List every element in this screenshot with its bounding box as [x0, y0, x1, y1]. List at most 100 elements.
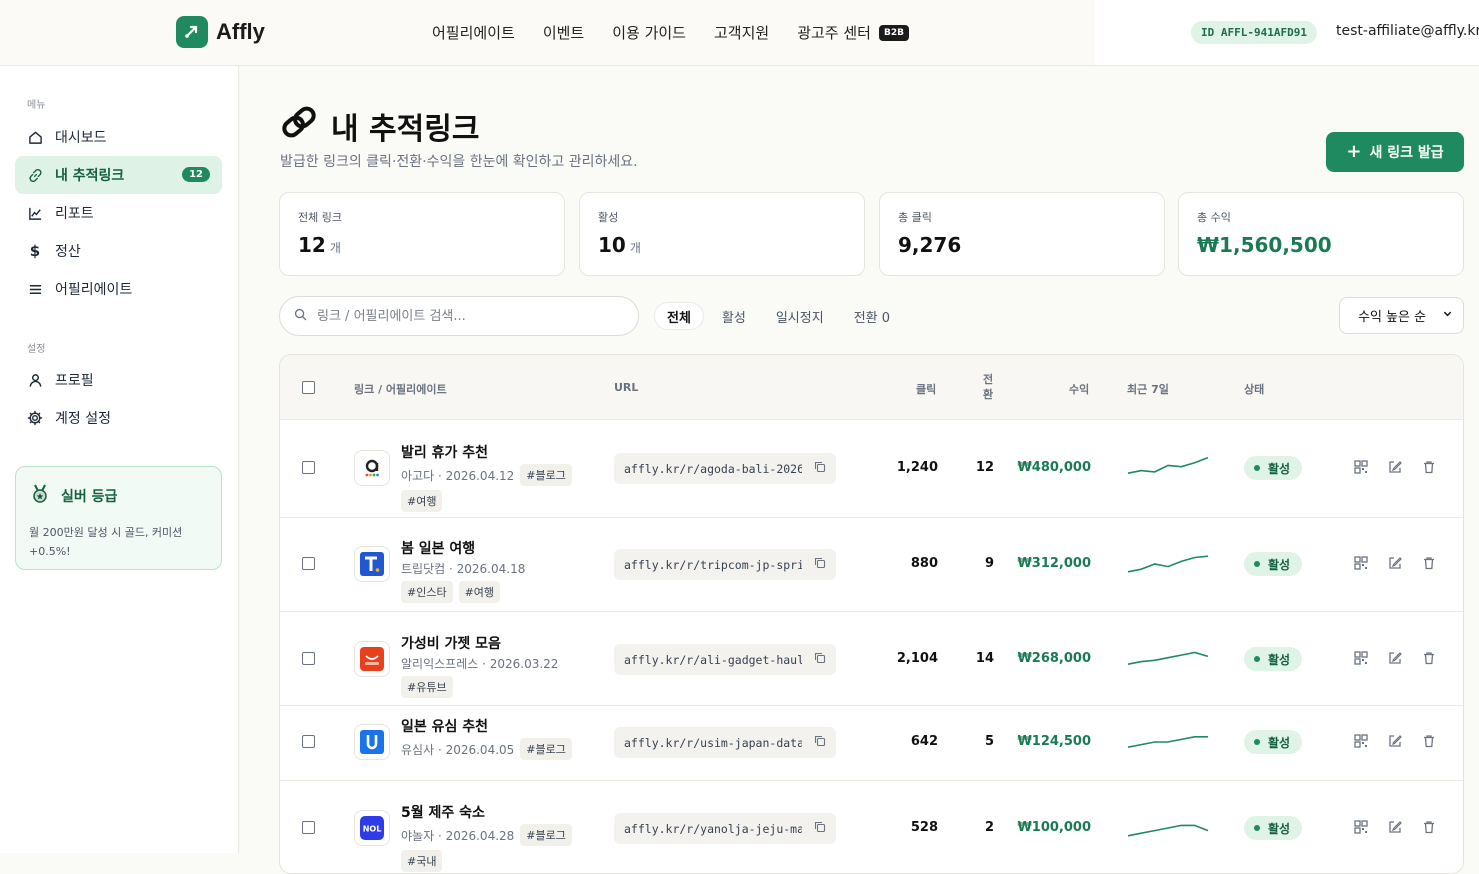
qr-code-icon[interactable] — [1354, 460, 1370, 476]
url-copy-box[interactable]: affly.kr/r/yanolja-jeju-may — [614, 813, 836, 844]
row-checkbox[interactable] — [302, 461, 315, 474]
url-copy-box[interactable]: affly.kr/r/usim-japan-data — [614, 727, 836, 758]
edit-icon[interactable] — [1388, 556, 1404, 572]
stat-value: 9,276 — [898, 233, 962, 257]
stat-value: ₩1,560,500 — [1197, 233, 1332, 257]
main-content: 내 추적링크 발급한 링크의 클릭·전환·수익을 한눈에 확인하고 관리하세요.… — [239, 66, 1479, 874]
link-title[interactable]: 가성비 가젯 모음 — [401, 633, 501, 653]
sparkline-path — [1127, 824, 1209, 837]
table-row[interactable]: 일본 유심 추천 유심사 · 2026.04.05 #블로그 affly.kr/r/u… — [280, 706, 1463, 781]
copy-icon[interactable] — [814, 652, 826, 667]
conversions-value: 14 — [975, 651, 994, 666]
edit-icon[interactable] — [1388, 734, 1404, 750]
links-table: 링크 / 어필리에이트 URL 클릭 전환 수익 최근 7일 상태 발리 휴가 … — [279, 354, 1464, 874]
delete-icon[interactable] — [1422, 556, 1438, 572]
table-row[interactable]: 발리 휴가 추천 아고다 · 2026.04.12 #블로그 #여행 affly.kr/… — [280, 420, 1463, 518]
col-conversions: 전환 — [983, 373, 994, 401]
col-revenue: 수익 — [1069, 383, 1090, 396]
filter-paused[interactable]: 일시정지 — [764, 302, 836, 330]
qr-code-icon[interactable] — [1354, 556, 1370, 572]
copy-icon[interactable] — [814, 735, 826, 750]
trend-sparkline — [1127, 736, 1208, 748]
copy-icon[interactable] — [814, 461, 826, 476]
sidebar-item-affiliates[interactable]: 어필리에이트 — [15, 270, 222, 308]
select-all-checkbox[interactable] — [302, 381, 315, 394]
edit-icon[interactable] — [1388, 460, 1404, 476]
sidebar-item-label: 대시보드 — [55, 130, 107, 146]
stat-label: 총 클릭 — [898, 211, 932, 224]
nav-guide[interactable]: 이용 가이드 — [612, 22, 686, 43]
url-copy-box[interactable]: affly.kr/r/tripcom-jp-spring — [614, 549, 836, 580]
delete-icon[interactable] — [1422, 651, 1438, 667]
stat-label: 활성 — [598, 211, 619, 224]
table-row[interactable]: NOL 5월 제주 숙소 야놀자 · 2026.04.28 #블로그 #국내 affly.… — [280, 781, 1463, 873]
sidebar-item-account-settings[interactable]: 계정 설정 — [15, 399, 222, 437]
tier-title: 실버 등급 — [61, 489, 118, 505]
link-chain-icon — [279, 102, 319, 150]
status-badge: 활성 — [1244, 456, 1303, 480]
new-link-button[interactable]: + 새 링크 발급 — [1326, 132, 1464, 172]
page-title: 내 추적링크 — [279, 102, 479, 150]
clicks-value: 642 — [910, 734, 938, 749]
dollar-icon: $ — [29, 242, 41, 260]
link-title[interactable]: 일본 유심 추천 — [401, 716, 488, 736]
tag: #유튜브 — [401, 676, 453, 698]
copy-icon[interactable] — [814, 821, 826, 836]
sidebar-item-profile[interactable]: 프로필 — [15, 361, 222, 399]
merchant-name: 알리익스프레스 — [401, 657, 479, 671]
copy-icon[interactable] — [814, 557, 826, 572]
sort-selected: 수익 높은 순 — [1358, 310, 1427, 325]
delete-icon[interactable] — [1422, 734, 1438, 750]
sidebar-item-dashboard[interactable]: 대시보드 — [15, 118, 222, 156]
link-meta: 유심사 · 2026.04.05 #블로그 — [401, 738, 581, 760]
sort-select[interactable]: 수익 높은 순 — [1339, 297, 1464, 334]
sidebar-item-settlement[interactable]: $ 정산 — [15, 232, 222, 270]
table-row[interactable]: 가성비 가젯 모음 알리익스프레스 · 2026.03.22 #유튜브 affly.k… — [280, 612, 1463, 706]
row-checkbox[interactable] — [302, 735, 315, 748]
nav-events[interactable]: 이벤트 — [543, 22, 584, 43]
qr-code-icon[interactable] — [1354, 820, 1370, 836]
link-meta: 알리익스프레스 · 2026.03.22 #유튜브 — [401, 655, 581, 698]
link-title[interactable]: 5월 제주 숙소 — [401, 802, 485, 822]
edit-icon[interactable] — [1388, 651, 1404, 667]
stat-label: 총 수익 — [1197, 211, 1231, 224]
edit-icon[interactable] — [1388, 820, 1404, 836]
url-copy-box[interactable]: affly.kr/r/agoda-bali-2026 — [614, 453, 836, 484]
nav-support[interactable]: 고객지원 — [714, 22, 769, 43]
qr-code-icon[interactable] — [1354, 651, 1370, 667]
brand-logo[interactable]: Affly — [176, 16, 265, 48]
link-title[interactable]: 봄 일본 여행 — [401, 538, 475, 558]
nav-affiliate[interactable]: 어필리에이트 — [432, 22, 515, 43]
new-link-label: 새 링크 발급 — [1369, 145, 1444, 161]
sidebar-item-reports[interactable]: 리포트 — [15, 194, 222, 232]
url-copy-box[interactable]: affly.kr/r/ali-gadget-haul — [614, 644, 836, 675]
user-email[interactable]: test-affiliate@affly.kr — [1336, 23, 1479, 39]
filter-all[interactable]: 전체 — [654, 302, 704, 330]
row-checkbox[interactable] — [302, 557, 315, 570]
created-date: 2026.04.12 — [445, 468, 515, 483]
table-row[interactable]: 봄 일본 여행 트립닷컴 · 2026.04.18 #인스타 #여행 affly.kr/… — [280, 518, 1463, 612]
filter-active[interactable]: 활성 — [710, 302, 758, 330]
link-title[interactable]: 발리 휴가 추천 — [401, 442, 488, 462]
filter-zero-conversion[interactable]: 전환 0 — [842, 302, 902, 330]
col-url: URL — [614, 381, 639, 394]
home-icon — [27, 129, 43, 145]
delete-icon[interactable] — [1422, 460, 1438, 476]
sidebar-item-label: 내 추적링크 — [55, 168, 125, 184]
search-input[interactable] — [317, 308, 617, 324]
tag: #여행 — [401, 490, 443, 512]
row-checkbox[interactable] — [302, 652, 315, 665]
revenue-value: ₩100,000 — [1017, 820, 1091, 835]
conversions-value: 5 — [984, 734, 994, 749]
qr-code-icon[interactable] — [1354, 734, 1370, 750]
revenue-value: ₩268,000 — [1017, 651, 1091, 666]
conversions-value: 12 — [975, 460, 994, 475]
status-dot — [1254, 465, 1260, 471]
row-checkbox[interactable] — [302, 821, 315, 834]
sidebar-item-tracking-links[interactable]: 내 추적링크 12 — [15, 156, 222, 194]
nav-advertiser-label: 광고주 센터 — [797, 24, 871, 42]
delete-icon[interactable] — [1422, 820, 1438, 836]
nav-advertiser-center[interactable]: 광고주 센터 B2B — [797, 22, 909, 43]
merchant-name: 야놀자 — [401, 828, 435, 843]
sparkline-path — [1127, 651, 1209, 665]
